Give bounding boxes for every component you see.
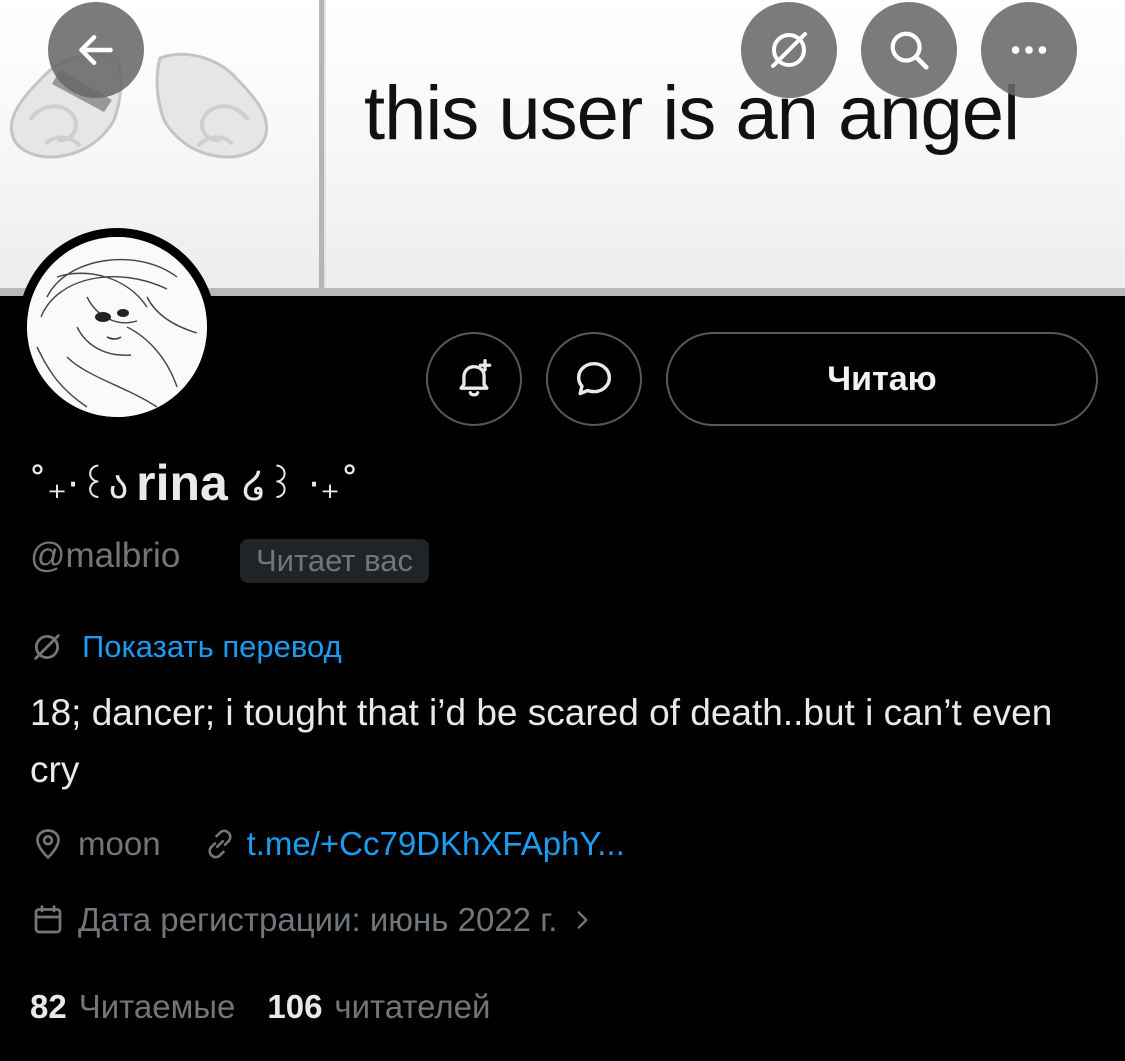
calendar-icon	[34, 905, 62, 934]
bell-plus-icon	[459, 359, 492, 397]
joined-date-row[interactable]: Дата регистрации: июнь 2022 г.	[30, 896, 595, 944]
message-button[interactable]	[546, 332, 642, 426]
followers-stat[interactable]: 106 читателей	[267, 988, 490, 1026]
more-horizontal-icon	[1011, 46, 1047, 54]
followers-label: читателей	[334, 988, 491, 1025]
translate-off-icon	[34, 634, 60, 660]
name-suffix-decoration: ໒꒱ ‧₊˚	[241, 463, 360, 507]
back-button[interactable]	[48, 2, 144, 98]
search-icon	[890, 31, 929, 70]
following-label: Читаемые	[78, 988, 236, 1025]
translate-toggle-button[interactable]	[741, 2, 837, 98]
website-link[interactable]: t.me/+Cc79DKhXFAphY...	[247, 825, 625, 863]
translate-off-icon	[771, 32, 807, 68]
following-button[interactable]: Читаю	[666, 332, 1098, 426]
profile-meta-row: moon t.me/+Cc79DKhXFAphY...	[30, 820, 625, 868]
more-options-button[interactable]	[981, 2, 1077, 98]
name-prefix-decoration: ˚₊‧꒰ა	[28, 463, 129, 507]
link-icon	[207, 829, 232, 859]
notifications-button[interactable]	[426, 332, 522, 426]
location-text: moon	[78, 825, 161, 862]
follows-you-badge: Читает вас	[240, 539, 429, 583]
angel-wings-image	[9, 53, 269, 159]
show-translation-label: Показать перевод	[82, 629, 342, 664]
joined-date-text: Дата регистрации: июнь 2022 г.	[78, 901, 558, 938]
display-name: ˚₊‧꒰ა rina ໒꒱ ‧₊˚	[28, 448, 359, 518]
following-count: 82	[30, 988, 67, 1025]
follow-stats: 82 Читаемые 106 читателей	[30, 982, 490, 1032]
avatar-illustration	[27, 237, 207, 417]
chevron-right-icon	[577, 911, 588, 929]
search-button[interactable]	[861, 2, 957, 98]
avatar[interactable]	[27, 237, 207, 417]
followers-count: 106	[267, 988, 323, 1025]
name-text: rina	[136, 455, 228, 511]
show-translation-link[interactable]: Показать перевод	[30, 624, 342, 670]
profile-bio: 18; dancer; i tought that i’d be scared …	[30, 692, 1053, 790]
following-stat[interactable]: 82 Читаемые	[30, 988, 235, 1026]
location-pin-icon	[36, 829, 60, 859]
chat-bubble-icon	[576, 361, 612, 396]
user-handle: @malbrio	[30, 536, 181, 575]
arrow-left-icon	[79, 34, 113, 66]
banner-divider	[319, 0, 326, 296]
